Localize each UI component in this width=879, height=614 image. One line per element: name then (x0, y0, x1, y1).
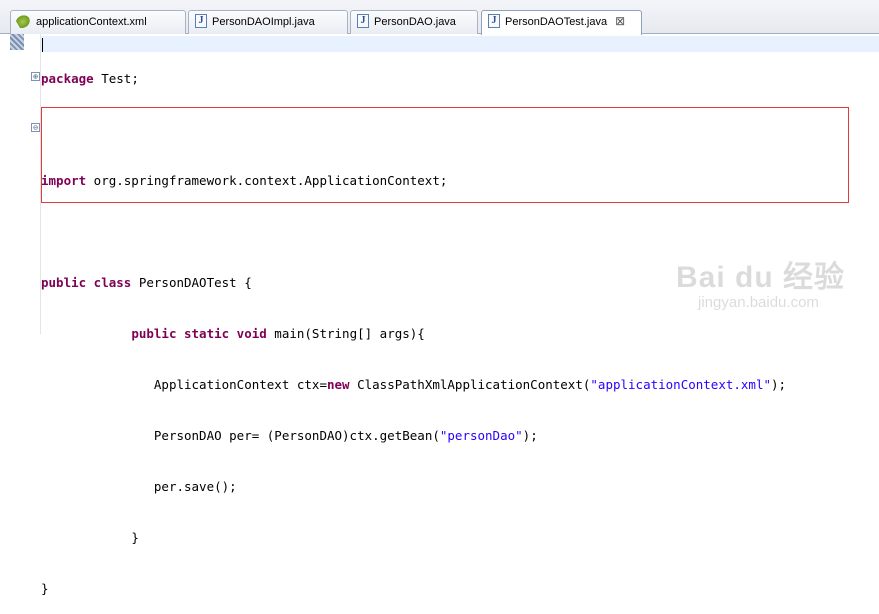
tab-label: applicationContext.xml (36, 16, 147, 28)
tab-applicationcontext-xml[interactable]: applicationContext.xml (10, 10, 186, 34)
current-line-marker (10, 34, 24, 50)
tab-persondao-java[interactable]: J PersonDAO.java (350, 10, 478, 34)
editor-tab-bar: applicationContext.xml J PersonDAOImpl.j… (0, 0, 879, 35)
tab-label: PersonDAOTest.java (505, 16, 608, 28)
tab-label: PersonDAO.java (374, 16, 456, 28)
tab-persondaotest-java[interactable]: J PersonDAOTest.java ⊠ (481, 10, 642, 35)
close-tab-icon[interactable]: ⊠ (615, 15, 625, 28)
code-line-close-class: } (41, 581, 49, 596)
watermark-url: jingyan.baidu.com (698, 294, 819, 311)
expand-fold-icon[interactable]: ⊕ (31, 72, 40, 81)
java-file-icon: J (488, 14, 500, 28)
java-file-icon: J (357, 14, 369, 28)
xml-file-icon (14, 11, 34, 31)
code-line-package: package Test; (41, 71, 139, 86)
code-line-save: per.save(); (153, 479, 237, 494)
annotation-highlight-box (41, 107, 849, 203)
code-line-getbean: PersonDAO per= (PersonDAO)ctx.getBean("p… (153, 428, 538, 443)
code-line-class-decl: public class PersonDAOTest { (41, 275, 252, 290)
code-line-ctx: ApplicationContext ctx=new ClassPathXmlA… (153, 377, 787, 392)
baidu-watermark: Bai du 经验 jingyan.baidu.com (676, 252, 845, 311)
collapse-fold-icon[interactable]: ⊖ (31, 123, 40, 132)
overview-ruler (0, 34, 10, 334)
java-file-icon: J (195, 14, 207, 28)
tab-label: PersonDAOImpl.java (212, 16, 315, 28)
tab-persondaoimpl-java[interactable]: J PersonDAOImpl.java (188, 10, 348, 34)
code-line-close-method: } (131, 530, 139, 545)
text-caret (42, 38, 43, 52)
watermark-brand: Bai du 经验 (676, 261, 846, 294)
